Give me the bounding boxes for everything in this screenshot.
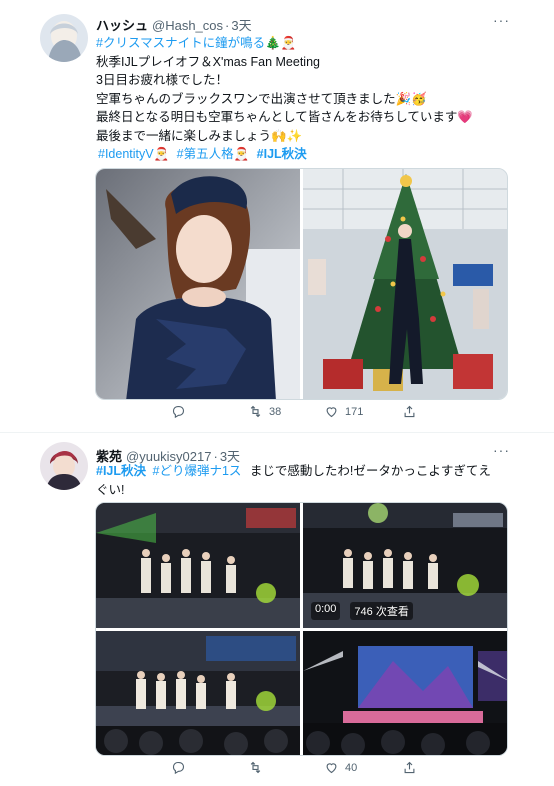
reply-button[interactable] [171,404,186,419]
more-options-icon[interactable]: ··· [493,442,510,458]
video-badge: 0:00 746 次查看 [311,602,413,620]
photo-stage-lineup[interactable] [96,631,300,755]
share-icon [404,761,415,774]
text-line: 空軍ちゃんのブラックスワンで出演させて頂きました🎉🥳 [96,91,427,106]
reply-icon [172,761,185,775]
hashtag-link[interactable]: #IdentityV [98,147,154,161]
share-button[interactable] [402,760,417,775]
tweet-header: ハッシュ @Hash_cos · 3天 [96,18,252,33]
hashtag-link[interactable]: #第五人格 [177,147,234,161]
reply-icon [172,405,185,419]
photo-christmas-tree-stage[interactable] [303,169,507,399]
retweet-icon [250,761,261,774]
tweet-2[interactable]: 紫苑 @yuukisy0217 · 3天 ··· #IJL秋決 #どり爆弾ナ1ス まじ… [0,432,554,786]
tweet-media[interactable]: 0:00 746 次查看 [95,502,508,756]
hashtag-link[interactable]: #クリスマスナイトに鐘が鳴る [96,36,265,50]
avatar[interactable] [40,14,88,62]
hashtag-link[interactable]: #IJL秋決 [257,147,307,161]
photo-big-screen-stage[interactable] [303,631,507,755]
like-count: 171 [345,405,364,418]
tweet-media[interactable] [95,168,508,400]
share-icon [404,405,415,418]
heart-icon [326,407,337,418]
share-button[interactable] [402,404,417,419]
emoji: 🎄🎅 [265,36,297,50]
text-line: まじで感動したわ!ゼータかっこよすぎてえ [249,464,491,478]
photo-stage-performers[interactable] [96,503,300,628]
like-count: 40 [345,761,358,774]
retweet-button[interactable]: 38 [248,404,281,419]
video-views: 746 次查看 [350,602,413,620]
photo-cosplayer-closeup[interactable] [96,169,300,399]
hashtag-link[interactable]: #IJL秋決 [96,464,146,478]
tweet-text: #IJL秋決 #どり爆弾ナ1ス まじで感動したわ!ゼータかっこよすぎてえ ぐい! [96,462,508,499]
avatar[interactable] [40,442,88,490]
hashtag-link[interactable]: #どり爆弾ナ1ス [153,464,242,478]
tweet-time[interactable]: 3天 [231,18,251,33]
emoji: 🎅 [233,147,250,161]
text-line: 3日目お疲れ様でした！ [96,73,228,87]
retweet-button[interactable] [248,760,263,775]
text-line: 最終日となる明日も空軍ちゃんとして皆さんをお待ちしています💗 [96,110,473,124]
like-button[interactable]: 40 [324,760,357,775]
tweet-1[interactable]: ハッシュ @Hash_cos · 3天 ··· #クリスマスナイトに鐘が鳴る🎄🎅 秋季… [0,0,554,432]
tweet-actions: 38 171 [96,404,508,424]
heart-icon [326,763,337,774]
video-time: 0:00 [311,602,341,620]
emoji: 🎅 [153,147,170,161]
more-options-icon[interactable]: ··· [493,12,510,28]
author-name[interactable]: ハッシュ [96,18,148,33]
video-stage-performers[interactable]: 0:00 746 次查看 [303,503,507,628]
text-line: 秋季IJLプレイオフ＆X'mas Fan Meeting [96,54,320,69]
reply-button[interactable] [171,760,186,775]
text-line: ぐい! [96,482,125,497]
retweet-count: 38 [269,405,282,418]
text-line: 最後まで一緒に楽しみましょう🙌✨ [96,128,303,143]
author-handle[interactable]: @Hash_cos [152,18,223,33]
like-button[interactable]: 171 [324,404,363,419]
retweet-icon [250,405,261,418]
tweet-actions: 40 [96,760,508,780]
tweet-text: #クリスマスナイトに鐘が鳴る🎄🎅 秋季IJLプレイオフ＆X'mas Fan Me… [96,34,508,164]
